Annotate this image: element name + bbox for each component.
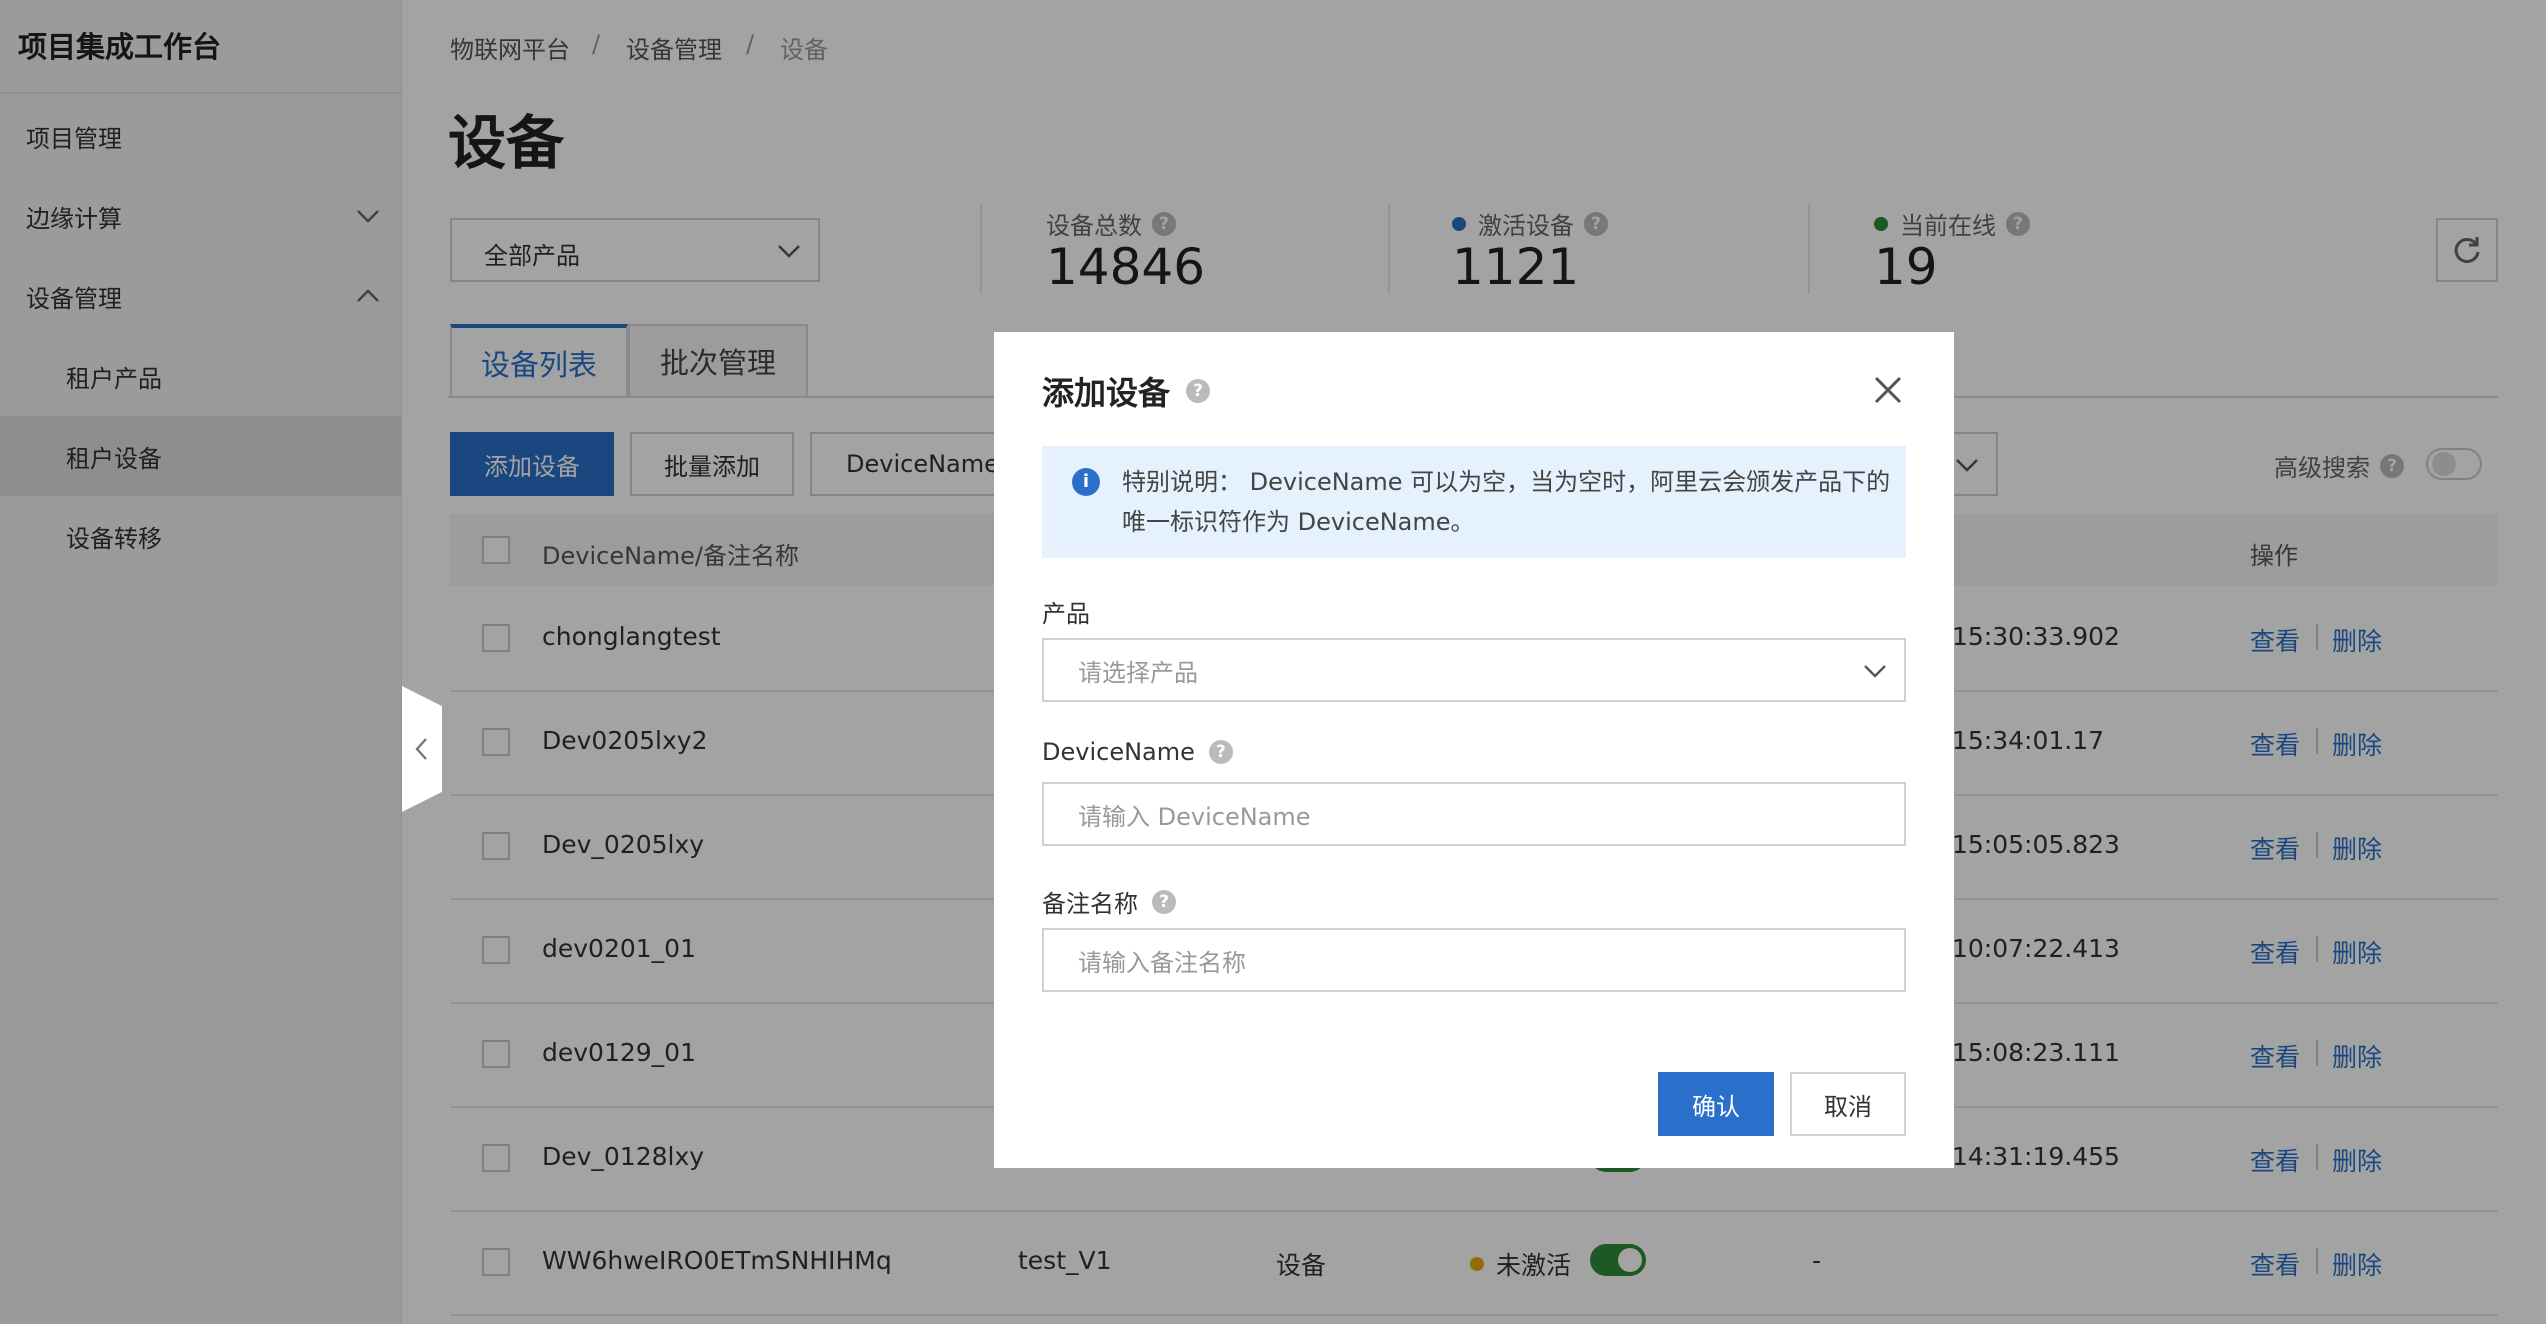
sidebar-collapse-handle[interactable]	[402, 686, 442, 812]
devicename-label-text: DeviceName	[1042, 738, 1195, 766]
info-notice: i 特别说明： DeviceName 可以为空，当为空时，阿里云会颁发产品下的唯…	[1042, 446, 1906, 558]
help-icon[interactable]: ?	[1186, 379, 1211, 403]
product-field-label: 产品	[1042, 600, 1090, 628]
chevron-left-icon	[415, 738, 427, 760]
dialog-title: 添加设备?	[1042, 368, 1211, 414]
remark-placeholder: 请输入备注名称	[1078, 948, 1246, 977]
dialog-title-text: 添加设备	[1042, 374, 1171, 412]
product-select[interactable]: 请选择产品	[1042, 638, 1906, 702]
remark-field-label: 备注名称?	[1042, 884, 1176, 919]
info-notice-text: 特别说明： DeviceName 可以为空，当为空时，阿里云会颁发产品下的唯一标…	[1122, 468, 1891, 536]
cancel-button[interactable]: 取消	[1790, 1072, 1906, 1136]
close-icon[interactable]	[1872, 374, 1904, 406]
help-icon[interactable]: ?	[1152, 889, 1176, 914]
devicename-input[interactable]: 请输入 DeviceName	[1042, 782, 1906, 846]
devicename-field-label: DeviceName?	[1042, 738, 1233, 766]
remark-label-text: 备注名称	[1042, 890, 1138, 918]
remark-name-input[interactable]: 请输入备注名称	[1042, 928, 1906, 992]
add-device-dialog: 添加设备? i 特别说明： DeviceName 可以为空，当为空时，阿里云会颁…	[994, 332, 1954, 1168]
chevron-down-icon	[1864, 665, 1886, 678]
confirm-button[interactable]: 确认	[1658, 1072, 1774, 1136]
product-select-placeholder: 请选择产品	[1078, 658, 1198, 687]
help-icon[interactable]: ?	[1208, 740, 1233, 764]
devicename-placeholder: 请输入 DeviceName	[1078, 802, 1311, 831]
info-icon: i	[1072, 468, 1100, 496]
